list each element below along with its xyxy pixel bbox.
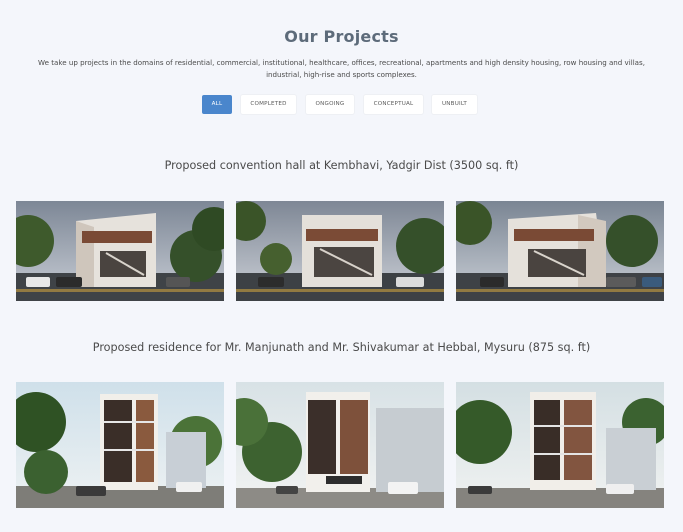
filter-bar: ALL COMPLETED ONGOING CONCEPTUAL UNBUILT xyxy=(0,95,683,115)
project-title: Proposed convention hall at Kembhavi, Ya… xyxy=(164,159,519,172)
project-image[interactable] xyxy=(16,382,224,508)
intro-text: We take up projects in the domains of re… xyxy=(38,58,645,79)
project-title: Proposed residence for Mr. Manjunath and… xyxy=(92,341,591,354)
project-image[interactable] xyxy=(236,201,444,301)
filter-completed-button[interactable]: COMPLETED xyxy=(241,95,296,114)
filter-all-button[interactable]: ALL xyxy=(202,95,232,114)
project-image[interactable] xyxy=(456,201,664,301)
project-image[interactable] xyxy=(236,382,444,508)
project-image[interactable] xyxy=(456,382,664,508)
filter-ongoing-button[interactable]: ONGOING xyxy=(306,95,354,114)
page-title: Our Projects xyxy=(284,27,399,46)
filter-unbuilt-button[interactable]: UNBUILT xyxy=(432,95,477,114)
filter-conceptual-button[interactable]: CONCEPTUAL xyxy=(364,95,423,114)
project-image[interactable] xyxy=(16,201,224,301)
